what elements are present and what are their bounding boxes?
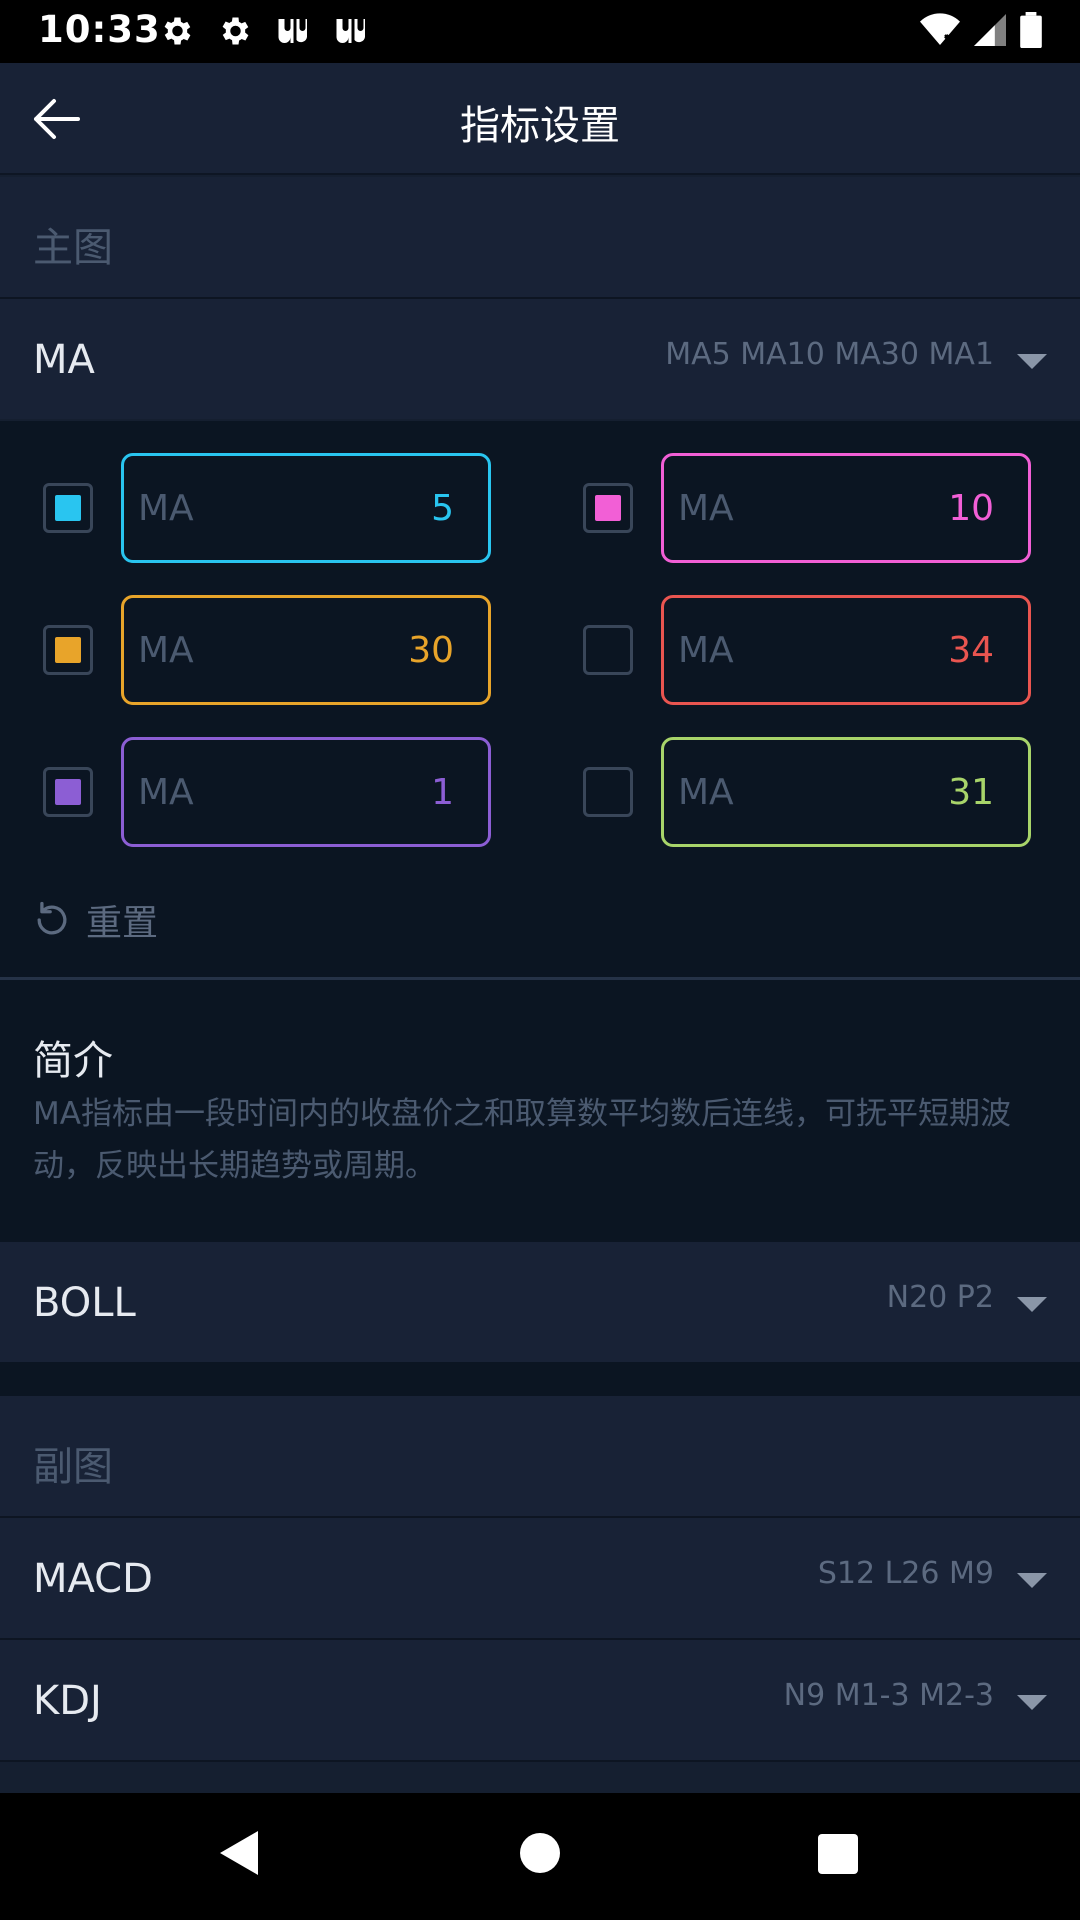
indicator-row-kdj[interactable]: KDJ N9 M1-3 M2-3 bbox=[0, 1640, 1080, 1760]
wifi-icon bbox=[920, 13, 960, 51]
indicator-name: MACD bbox=[33, 1556, 153, 1602]
ma-period-value: 30 bbox=[408, 630, 454, 671]
notification-icons bbox=[158, 13, 368, 49]
recents-square-icon[interactable] bbox=[818, 1834, 858, 1874]
color-swatch bbox=[595, 495, 621, 521]
chevron-down-icon[interactable] bbox=[1017, 1573, 1047, 1588]
section-title: 主图 bbox=[33, 225, 113, 271]
reset-icon bbox=[37, 901, 67, 935]
ma-period-value: 34 bbox=[948, 630, 994, 671]
system-icons bbox=[920, 12, 1042, 52]
ma-field-label: MA bbox=[678, 630, 734, 671]
intro-text: MA指标由一段时间内的收盘价之和取算数平均数后连线，可抚平短期波动，反映出长期趋… bbox=[33, 1096, 1011, 1184]
ma-period-field[interactable]: MA 10 bbox=[661, 453, 1031, 563]
color-swatch bbox=[595, 779, 621, 805]
indicator-name: KDJ bbox=[33, 1678, 102, 1724]
indicator-row-boll[interactable]: BOLL N20 P2 bbox=[0, 1242, 1080, 1362]
section-header-main-chart: 主图 bbox=[0, 177, 1080, 297]
color-swatch bbox=[55, 637, 81, 663]
system-navigation-bar bbox=[0, 1793, 1080, 1920]
app-icon bbox=[332, 13, 368, 49]
indicator-name: BOLL bbox=[33, 1280, 136, 1326]
app-header: 指标设置 bbox=[0, 63, 1080, 175]
reset-label: 重置 bbox=[86, 903, 159, 944]
indicator-params: N9 M1-3 M2-3 bbox=[783, 1678, 994, 1713]
chevron-down-icon[interactable] bbox=[1017, 354, 1047, 369]
ma-field-label: MA bbox=[138, 488, 194, 529]
indicator-row-macd[interactable]: MACD S12 L26 M9 bbox=[0, 1518, 1080, 1638]
section-title: 副图 bbox=[33, 1444, 113, 1490]
color-swatch bbox=[55, 495, 81, 521]
status-bar: 10:33 bbox=[0, 0, 1080, 63]
chevron-down-icon[interactable] bbox=[1017, 1297, 1047, 1312]
ma-period-value: 10 bbox=[948, 488, 994, 529]
status-time: 10:33 bbox=[38, 8, 161, 51]
ma-period-field[interactable]: MA 30 bbox=[121, 595, 491, 705]
indicator-intro: 简介 MA指标由一段时间内的收盘价之和取算数平均数后连线，可抚平短期波动，反映出… bbox=[0, 980, 1080, 1242]
ma-line-setting: MA 10 bbox=[573, 453, 1073, 563]
ma-period-field[interactable]: MA 34 bbox=[661, 595, 1031, 705]
indicator-name: MA bbox=[33, 337, 95, 383]
chevron-down-icon[interactable] bbox=[1017, 1695, 1047, 1710]
signal-icon bbox=[974, 13, 1006, 51]
ma-line-checkbox[interactable] bbox=[43, 625, 93, 675]
ma-period-value: 1 bbox=[431, 772, 454, 813]
battery-icon bbox=[1020, 12, 1042, 52]
indicator-row-ma[interactable]: MA MA5 MA10 MA30 MA1 bbox=[0, 299, 1080, 419]
ma-period-value: 5 bbox=[431, 488, 454, 529]
ma-line-setting: MA 31 bbox=[573, 737, 1073, 847]
ma-line-setting: MA 30 bbox=[33, 595, 533, 705]
ma-line-setting: MA 5 bbox=[33, 453, 533, 563]
ma-line-checkbox[interactable] bbox=[583, 483, 633, 533]
intro-title: 简介 bbox=[33, 1038, 113, 1084]
app-icon bbox=[274, 13, 310, 49]
section-header-sub-chart: 副图 bbox=[0, 1396, 1080, 1516]
ma-line-checkbox[interactable] bbox=[583, 625, 633, 675]
ma-period-field[interactable]: MA 1 bbox=[121, 737, 491, 847]
home-circle-icon[interactable] bbox=[520, 1833, 560, 1873]
indicator-settings-screen: 10:33 指标设置 主图 MA MA5 MA10 MA30 MA1 MA 5 … bbox=[0, 0, 1080, 1920]
ma-period-field[interactable]: MA 5 bbox=[121, 453, 491, 563]
list-continuation bbox=[0, 1762, 1080, 1793]
indicator-params: S12 L26 M9 bbox=[817, 1556, 994, 1591]
ma-line-setting: MA 34 bbox=[573, 595, 1073, 705]
ma-line-setting: MA 1 bbox=[33, 737, 533, 847]
ma-field-label: MA bbox=[678, 488, 734, 529]
ma-field-label: MA bbox=[678, 772, 734, 813]
ma-line-checkbox[interactable] bbox=[43, 767, 93, 817]
color-swatch bbox=[595, 637, 621, 663]
indicator-params: MA5 MA10 MA30 MA1 bbox=[665, 337, 994, 372]
ma-line-checkbox[interactable] bbox=[583, 767, 633, 817]
ma-period-field[interactable]: MA 31 bbox=[661, 737, 1031, 847]
ma-field-label: MA bbox=[138, 772, 194, 813]
back-triangle-icon[interactable] bbox=[218, 1829, 260, 1877]
ma-settings-panel: MA 5 MA 10 MA 30 MA 34 MA 1 MA 31 bbox=[0, 421, 1080, 977]
gear-icon bbox=[216, 13, 252, 49]
page-title: 指标设置 bbox=[460, 103, 620, 149]
reset-button[interactable]: 重置 bbox=[30, 895, 210, 945]
gear-icon bbox=[158, 13, 194, 49]
section-gap bbox=[0, 1362, 1080, 1396]
ma-line-checkbox[interactable] bbox=[43, 483, 93, 533]
color-swatch bbox=[55, 779, 81, 805]
ma-period-value: 31 bbox=[948, 772, 994, 813]
ma-field-label: MA bbox=[138, 630, 194, 671]
indicator-params: N20 P2 bbox=[886, 1280, 994, 1315]
